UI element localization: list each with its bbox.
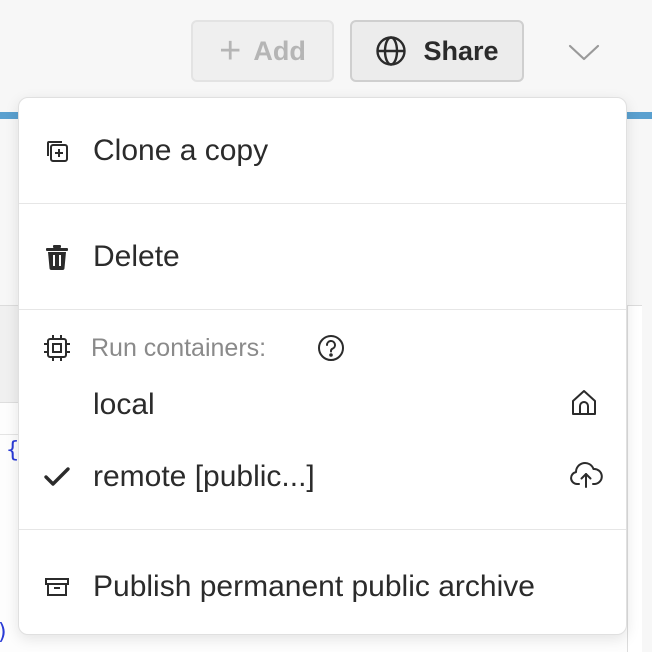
container-option-local[interactable]: local [19, 380, 626, 430]
menu-item-publish-archive[interactable]: Publish permanent public archive [19, 558, 626, 616]
menu-item-clone[interactable]: Clone a copy [19, 122, 626, 180]
code-paren: ) [0, 620, 9, 645]
share-button[interactable]: Share [350, 20, 524, 82]
checkmark-icon [43, 463, 71, 491]
plus-icon: + [219, 30, 242, 72]
editor-scrollbar[interactable] [627, 306, 642, 652]
toolbar: + Add Share [0, 0, 652, 112]
chevron-down-icon[interactable] [566, 38, 602, 68]
menu-divider [19, 309, 626, 310]
publish-label: Publish permanent public archive [93, 570, 535, 603]
home-icon [569, 388, 599, 423]
help-icon[interactable] [317, 334, 345, 367]
page: + Add Share { ) [0, 0, 652, 652]
menu-divider [19, 529, 626, 530]
share-dropdown-menu: Clone a copy Delete Run containers: loca… [18, 97, 627, 635]
container-label: remote [public...] [93, 460, 315, 493]
trash-icon [43, 243, 71, 271]
clone-icon [43, 137, 71, 165]
run-containers-header: Run containers: [19, 328, 626, 368]
clone-label: Clone a copy [93, 134, 269, 167]
menu-item-delete[interactable]: Delete [19, 228, 626, 286]
add-button-label: Add [253, 35, 306, 66]
archive-icon [43, 573, 71, 601]
globe-icon [376, 36, 407, 66]
add-button[interactable]: + Add [191, 20, 334, 82]
container-option-remote[interactable]: remote [public...] [19, 452, 626, 502]
run-containers-label: Run containers: [91, 333, 267, 362]
cloud-upload-icon [569, 461, 603, 494]
menu-divider [19, 203, 626, 204]
delete-label: Delete [93, 240, 180, 273]
share-button-label: Share [423, 35, 499, 66]
chip-icon [43, 334, 71, 362]
container-label: local [93, 388, 155, 421]
